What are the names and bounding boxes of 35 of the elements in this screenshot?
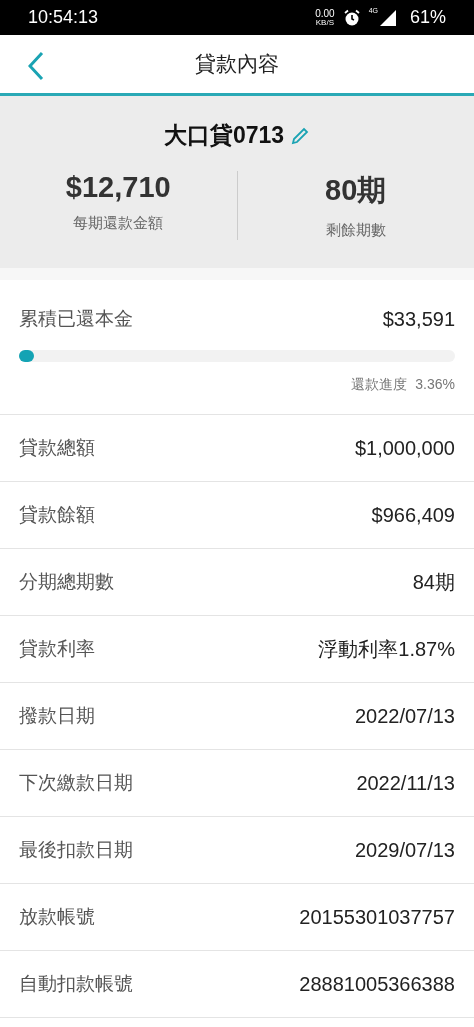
detail-value: 20155301037757 bbox=[299, 905, 455, 929]
detail-value: 2022/11/13 bbox=[356, 771, 455, 795]
detail-label: 貸款總額 bbox=[19, 436, 95, 460]
detail-label: 放款帳號 bbox=[19, 905, 95, 929]
detail-label: 貸款餘額 bbox=[19, 503, 95, 527]
detail-value: 28881005366388 bbox=[299, 972, 455, 996]
detail-label: 自動扣款帳號 bbox=[19, 972, 133, 996]
detail-label: 分期總期數 bbox=[19, 570, 114, 594]
stat-label: 每期還款金額 bbox=[73, 214, 164, 233]
detail-value: $1,000,000 bbox=[354, 436, 455, 460]
detail-label: 貸款利率 bbox=[19, 637, 95, 661]
alarm-icon bbox=[342, 8, 361, 27]
detail-label: 最後扣款日期 bbox=[19, 838, 133, 862]
detail-label: 累積已還本金 bbox=[19, 307, 133, 331]
detail-value: $966,409 bbox=[371, 503, 455, 527]
network-speed: 0.00 bbox=[315, 8, 335, 19]
battery-level: 61% bbox=[409, 7, 446, 28]
status-time: 10:54:13 bbox=[28, 7, 100, 28]
progress-value: 3.36% bbox=[415, 376, 455, 394]
signal-icon bbox=[379, 9, 396, 26]
detail-label: 下次繳款日期 bbox=[19, 771, 133, 795]
loan-name: 大口貸0713 bbox=[163, 121, 285, 150]
edit-icon[interactable] bbox=[290, 125, 311, 146]
page-title: 貸款內容 bbox=[195, 51, 279, 77]
detail-value: 2022/07/13 bbox=[354, 704, 455, 728]
detail-value: 浮動利率1.87% bbox=[318, 636, 455, 662]
stat-value: 80期 bbox=[325, 173, 387, 208]
detail-value: 84期 bbox=[412, 569, 455, 595]
detail-label: 撥款日期 bbox=[19, 704, 95, 728]
stat-label: 剩餘期數 bbox=[325, 221, 386, 240]
stat-value: $12,710 bbox=[65, 171, 171, 204]
progress-label: 還款進度 bbox=[351, 376, 408, 394]
detail-value: 2029/07/13 bbox=[354, 838, 455, 862]
detail-value: $33,591 bbox=[382, 307, 455, 331]
network-speed-unit: KB/S bbox=[315, 18, 334, 27]
